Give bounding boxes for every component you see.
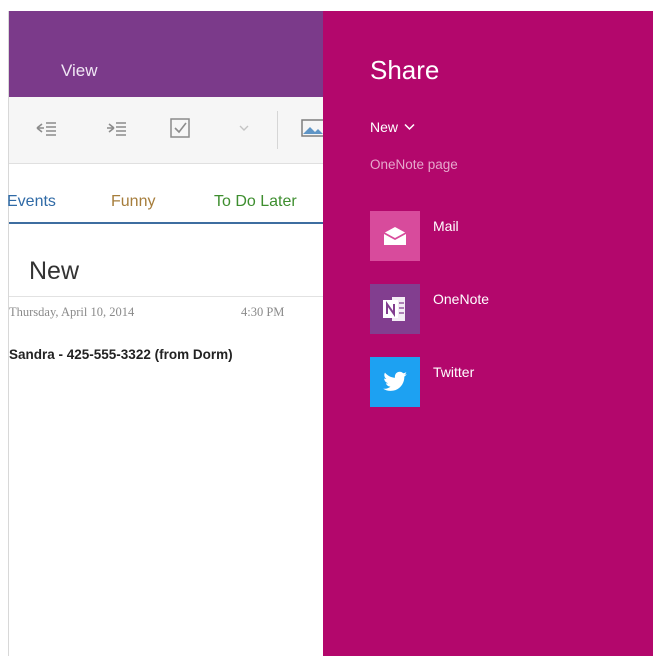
share-pane: Share New OneNote page Mail OneNote Twit… [323, 11, 653, 656]
section-tabs-underline [9, 222, 324, 224]
onenote-app: View Events Funny To Do Later New Thursd… [8, 11, 325, 656]
section-tab-funny[interactable]: Funny [111, 193, 155, 211]
decrease-indent-icon[interactable] [35, 117, 57, 139]
share-target-onenote[interactable]: OneNote [370, 284, 620, 336]
title-divider [9, 296, 324, 297]
toolbar-separator [277, 111, 278, 149]
section-tabs: Events Funny To Do Later [8, 163, 324, 225]
chevron-down-icon [404, 122, 415, 134]
page-title[interactable]: New [29, 257, 79, 286]
share-target-mail[interactable]: Mail [370, 211, 620, 263]
share-target-mail-label: Mail [433, 218, 459, 234]
tab-view[interactable]: View [61, 61, 98, 81]
share-target-twitter-label: Twitter [433, 364, 475, 380]
ribbon-toolbar [9, 97, 325, 164]
share-item-name: New [370, 119, 399, 135]
page-date: Thursday, April 10, 2014 [9, 305, 135, 319]
share-target-twitter[interactable]: Twitter [370, 357, 620, 409]
twitter-icon [370, 357, 420, 407]
share-target-onenote-label: OneNote [433, 291, 490, 307]
page-time: 4:30 PM [241, 305, 285, 319]
picture-icon[interactable] [301, 117, 325, 139]
screen: View Events Funny To Do Later New Thursd… [8, 11, 653, 656]
share-item-selector[interactable]: New [370, 119, 415, 135]
share-item-type: OneNote page [370, 157, 458, 172]
note-text[interactable]: Sandra - 425-555-3322 (from Dorm) [9, 347, 233, 362]
dropdown-chevron-icon[interactable] [233, 117, 255, 139]
share-title: Share [370, 55, 440, 85]
increase-indent-icon[interactable] [105, 117, 127, 139]
mail-icon [370, 211, 420, 261]
ribbon-header: View [9, 11, 324, 97]
checkbox-icon[interactable] [169, 117, 191, 139]
section-tab-to-do-later[interactable]: To Do Later [214, 193, 297, 211]
section-tab-events[interactable]: Events [8, 193, 56, 211]
onenote-icon [370, 284, 420, 334]
